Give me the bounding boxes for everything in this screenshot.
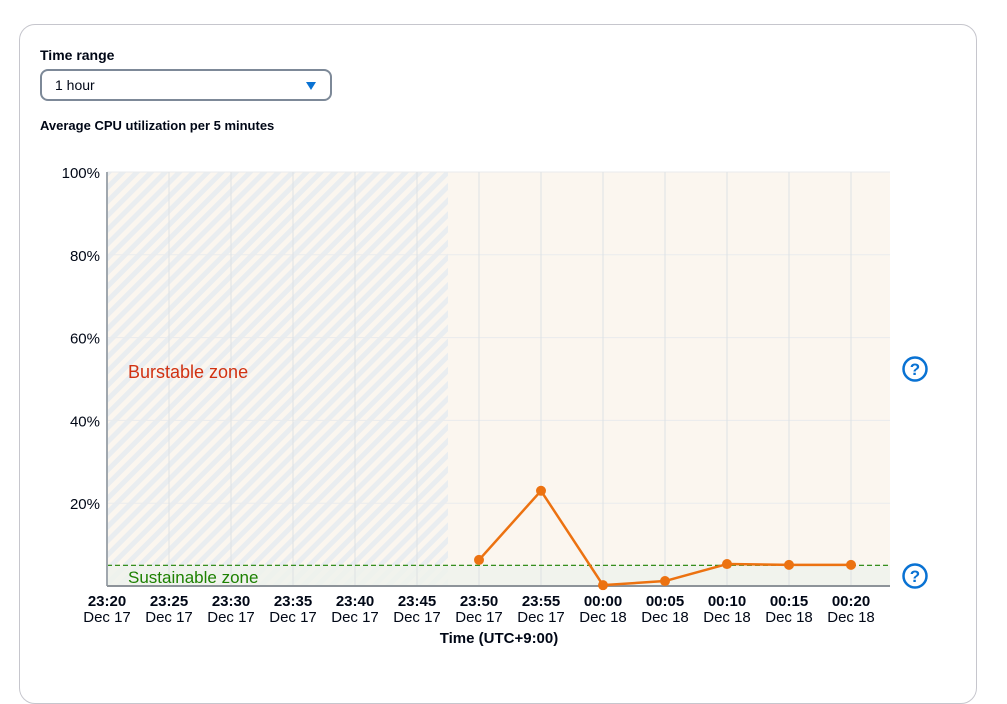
x-tick-date: Dec 17 bbox=[83, 609, 131, 626]
x-tick-date: Dec 17 bbox=[145, 609, 193, 626]
sustainable-help-icon[interactable]: ? bbox=[901, 562, 929, 590]
x-tick-time: 23:20 bbox=[88, 593, 126, 610]
svg-text:?: ? bbox=[910, 360, 920, 379]
x-tick-date: Dec 18 bbox=[579, 609, 627, 626]
x-tick-time: 23:30 bbox=[212, 593, 250, 610]
x-tick-time: 23:50 bbox=[460, 593, 498, 610]
x-tick-date: Dec 17 bbox=[393, 609, 441, 626]
y-tick-label: 20% bbox=[70, 496, 100, 513]
caret-down-icon bbox=[306, 82, 316, 90]
x-tick-date: Dec 17 bbox=[269, 609, 317, 626]
y-tick-label: 80% bbox=[70, 248, 100, 265]
x-tick-date: Dec 17 bbox=[207, 609, 255, 626]
y-tick-label: 60% bbox=[70, 331, 100, 348]
x-axis-title: Time (UTC+9:00) bbox=[440, 630, 559, 647]
x-tick-date: Dec 17 bbox=[455, 609, 503, 626]
x-tick-time: 23:55 bbox=[522, 593, 560, 610]
data-point bbox=[474, 554, 484, 565]
x-tick-date: Dec 18 bbox=[827, 609, 875, 626]
y-tick-label: 100% bbox=[62, 165, 100, 182]
x-tick-date: Dec 17 bbox=[517, 609, 565, 626]
x-tick-date: Dec 17 bbox=[331, 609, 379, 626]
data-point bbox=[784, 559, 794, 570]
time-range-value: 1 hour bbox=[55, 77, 95, 93]
sustainable-zone-label: Sustainable zone bbox=[128, 568, 258, 587]
data-point bbox=[536, 485, 546, 496]
y-tick-label: 40% bbox=[70, 413, 100, 430]
x-tick-time: 23:40 bbox=[336, 593, 374, 610]
x-tick-date: Dec 18 bbox=[641, 609, 689, 626]
x-tick-time: 00:20 bbox=[832, 593, 870, 610]
x-tick-time: 00:00 bbox=[584, 593, 622, 610]
time-range-select[interactable]: 1 hour bbox=[40, 69, 332, 101]
time-range-label: Time range bbox=[40, 47, 115, 63]
data-point bbox=[722, 559, 732, 570]
svg-text:?: ? bbox=[910, 567, 920, 586]
burstable-help-icon[interactable]: ? bbox=[901, 355, 929, 383]
x-tick-time: 23:25 bbox=[150, 593, 188, 610]
chart-title: Average CPU utilization per 5 minutes bbox=[40, 118, 275, 133]
x-tick-time: 00:15 bbox=[770, 593, 808, 610]
x-tick-time: 00:05 bbox=[646, 593, 684, 610]
x-tick-date: Dec 18 bbox=[703, 609, 751, 626]
data-point bbox=[598, 580, 608, 591]
x-tick-date: Dec 18 bbox=[765, 609, 813, 626]
data-point bbox=[846, 559, 856, 570]
x-tick-time: 00:10 bbox=[708, 593, 746, 610]
burstable-zone-label: Burstable zone bbox=[128, 362, 248, 382]
data-point bbox=[660, 576, 670, 587]
cpu-chart: 100%80%60%40%20%23:20Dec 1723:25Dec 1723… bbox=[62, 165, 890, 647]
x-tick-time: 23:35 bbox=[274, 593, 312, 610]
x-tick-time: 23:45 bbox=[398, 593, 436, 610]
